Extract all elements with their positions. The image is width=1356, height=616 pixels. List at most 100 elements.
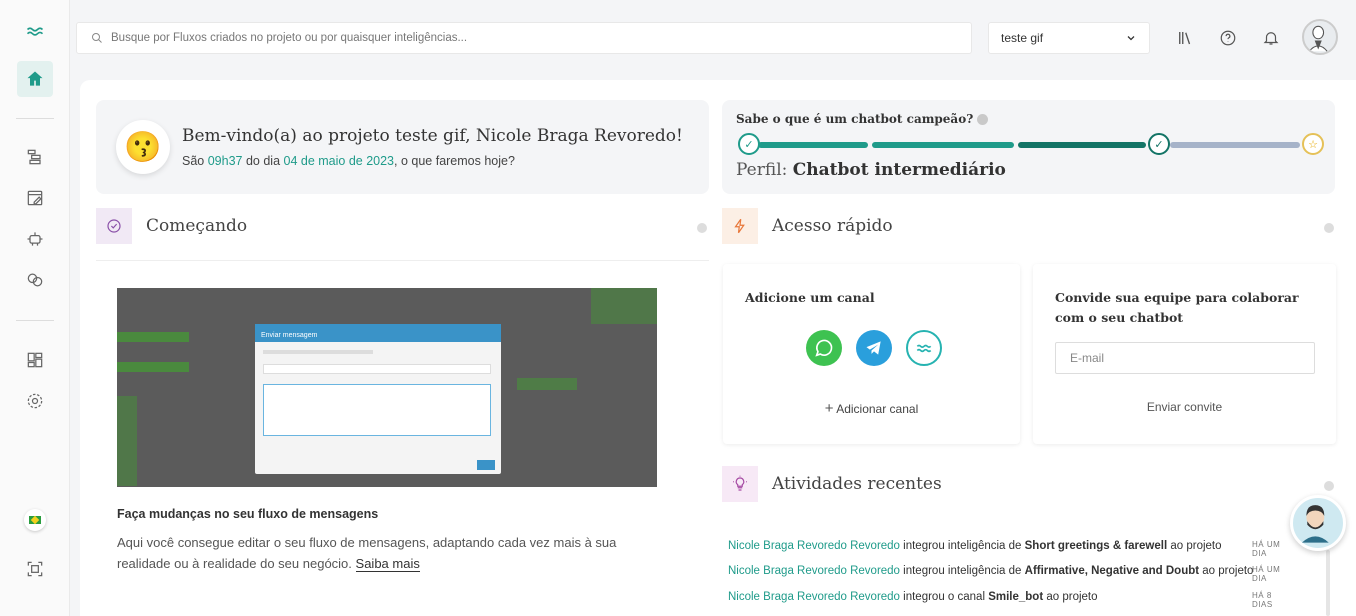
gif-modal: Enviar mensagem	[255, 324, 501, 474]
activity-time: HÁ UM DIA	[1252, 540, 1281, 558]
welcome-sub-prefix: São	[182, 154, 208, 168]
lightning-icon	[722, 208, 758, 244]
library-icon[interactable]	[1173, 26, 1197, 50]
project-select[interactable]: teste gif	[988, 22, 1150, 54]
email-field[interactable]	[1055, 342, 1315, 374]
activity-text: ao projeto	[1167, 540, 1222, 552]
sidebar-divider	[16, 118, 54, 119]
progress-title: Sabe o que é um chatbot campeão?	[736, 112, 989, 126]
activity-time: HÁ UM DIA	[1252, 565, 1281, 583]
top-bar: teste gif	[70, 0, 1356, 78]
add-channel-label: Adicionar canal	[836, 402, 919, 416]
language-flag-icon[interactable]	[17, 502, 53, 538]
gif-element	[591, 288, 657, 324]
info-icon[interactable]	[977, 114, 989, 125]
user-avatar[interactable]	[1302, 19, 1338, 55]
progress-title-text: Sabe o que é um chatbot campeão?	[736, 112, 974, 126]
list-item: Nicole Braga Revoredo Revoredo integrou …	[728, 565, 1253, 577]
whatsapp-icon[interactable]	[806, 330, 842, 366]
add-channel-card: Adicione um canal + Adicionar canal	[723, 264, 1020, 444]
star-circle-icon: ☆	[1302, 133, 1324, 155]
home-icon[interactable]	[17, 61, 53, 97]
chatbot-avatar-button[interactable]	[1290, 495, 1346, 551]
activity-user-link[interactable]: Nicole Braga Revoredo Revoredo	[728, 540, 900, 552]
robot-icon[interactable]	[17, 221, 53, 257]
search-input[interactable]	[111, 32, 911, 44]
send-invite-button[interactable]: Enviar convite	[1033, 400, 1336, 414]
welcome-card: 😗 Bem-vindo(a) ao projeto teste gif, Nic…	[96, 100, 709, 194]
project-select-value: teste gif	[1001, 31, 1044, 45]
settings-gear-icon[interactable]	[17, 383, 53, 419]
dashboard-icon[interactable]	[17, 342, 53, 378]
info-icon[interactable]	[1324, 481, 1334, 491]
gif-modal-header: Enviar mensagem	[255, 324, 501, 342]
add-channel-button[interactable]: + Adicionar canal	[723, 400, 1020, 417]
list-item: Nicole Braga Revoredo Revoredo integrou …	[728, 540, 1222, 552]
tutorial-gif[interactable]: Enviar mensagem	[117, 288, 657, 487]
start-text: Aqui você consegue editar o seu fluxo de…	[117, 532, 662, 574]
activity-target: Short greetings & farewell	[1024, 540, 1168, 552]
welcome-subtitle: São 09h37 do dia 04 de maio de 2023, o q…	[182, 154, 515, 168]
fullscreen-icon[interactable]	[17, 551, 53, 587]
welcome-sub-mid: do dia	[242, 154, 284, 168]
logo-icon[interactable]	[17, 14, 53, 50]
start-heading: Faça mudanças no seu fluxo de mensagens	[117, 507, 379, 521]
plus-icon: +	[824, 400, 834, 417]
progress-segment	[758, 142, 868, 148]
profile-value: Chatbot intermediário	[792, 160, 1006, 180]
check-badge-icon	[96, 208, 132, 244]
search-bar[interactable]	[76, 22, 972, 54]
activity-text: integrou o canal	[899, 591, 989, 603]
section-activities-title: Atividades recentes	[772, 474, 942, 494]
invite-card: Convide sua equipe para colaborar com o …	[1033, 264, 1336, 444]
progress-segment	[1018, 142, 1146, 148]
gif-element	[117, 362, 189, 372]
progress-segment	[872, 142, 1014, 148]
welcome-date: 04 de maio de 2023	[283, 154, 395, 168]
gif-line	[477, 460, 495, 470]
sidebar-divider	[16, 320, 54, 321]
main-panel: 😗 Bem-vindo(a) ao projeto teste gif, Nic…	[80, 80, 1356, 616]
gif-line	[263, 350, 373, 354]
bell-icon[interactable]	[1259, 26, 1283, 50]
activity-text: integrou inteligência de	[899, 540, 1025, 552]
welcome-emoji-icon: 😗	[116, 120, 170, 174]
flows-icon[interactable]	[17, 139, 53, 175]
gif-line	[263, 364, 491, 374]
welcome-sub-suffix: , o que faremos hoje?	[394, 154, 515, 168]
info-icon[interactable]	[1324, 223, 1334, 233]
activity-time: HÁ 8 DIAS	[1252, 591, 1273, 609]
gif-line	[263, 384, 491, 436]
info-icon[interactable]	[697, 223, 707, 233]
gif-element	[117, 332, 189, 342]
add-channel-title: Adicione um canal	[745, 290, 875, 305]
section-activities-header: Atividades recentes	[722, 466, 942, 502]
section-quick-title: Acesso rápido	[772, 216, 893, 236]
list-item: Nicole Braga Revoredo Revoredo integrou …	[728, 591, 1098, 603]
activity-scrollbar[interactable]	[1326, 550, 1330, 616]
chatbot-progress-card: Sabe o que é um chatbot campeão? ✓ ✓ ☆ P…	[722, 100, 1335, 194]
activity-text: ao projeto	[1043, 591, 1098, 603]
check-circle-icon: ✓	[738, 133, 760, 155]
chat-channels-icon[interactable]	[17, 262, 53, 298]
activity-target: Affirmative, Negative and Doubt	[1024, 565, 1200, 577]
gif-modal-title: Enviar mensagem	[261, 332, 318, 339]
section-quick-header: Acesso rápido	[722, 208, 893, 244]
welcome-time: 09h37	[207, 154, 243, 168]
learn-more-link[interactable]: Saiba mais	[355, 556, 420, 572]
gif-element	[117, 396, 137, 486]
telegram-icon[interactable]	[856, 330, 892, 366]
search-icon	[92, 33, 102, 43]
gif-element	[517, 378, 577, 390]
activity-user-link[interactable]: Nicole Braga Revoredo Revoredo	[728, 591, 900, 603]
activity-user-link[interactable]: Nicole Braga Revoredo Revoredo	[728, 565, 900, 577]
check-circle-icon: ✓	[1148, 133, 1170, 155]
lightbulb-icon	[722, 466, 758, 502]
edit-content-icon[interactable]	[17, 180, 53, 216]
smarters-channel-icon[interactable]	[906, 330, 942, 366]
section-start-title: Começando	[146, 216, 248, 236]
activity-text: ao projeto	[1199, 565, 1254, 577]
help-icon[interactable]	[1216, 26, 1240, 50]
invite-title: Convide sua equipe para colaborar com o …	[1055, 290, 1299, 325]
welcome-title: Bem-vindo(a) ao projeto teste gif, Nicol…	[182, 126, 683, 146]
